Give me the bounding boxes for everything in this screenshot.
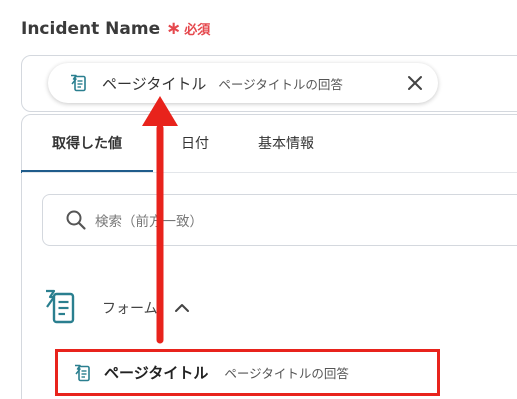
required-asterisk: ∗ <box>166 18 182 39</box>
tabs-divider <box>22 172 517 173</box>
form-document-icon <box>72 363 92 383</box>
result-subtitle: ページタイトルの回答 <box>224 366 349 381</box>
selected-value-chip[interactable]: ページタイトル ページタイトルの回答 <box>48 63 438 103</box>
chip-subtitle: ページタイトルの回答 <box>218 76 343 92</box>
form-document-icon <box>68 73 88 93</box>
group-form-toggle[interactable]: フォーム <box>42 285 190 330</box>
result-item-page-title[interactable]: ページタイトル ページタイトルの回答 <box>55 349 440 396</box>
tab-date[interactable]: 日付 <box>181 114 209 172</box>
form-document-icon <box>42 288 78 328</box>
search-placeholder: 検索（前方一致） <box>95 214 203 230</box>
tab-basic-info[interactable]: 基本情報 <box>258 114 314 172</box>
search-input[interactable]: 検索（前方一致） <box>42 194 517 246</box>
field-label-text: Incident Name <box>21 18 161 39</box>
field-label: Incident Name ∗ 必須 <box>21 18 210 39</box>
tab-bar: 取得した値 日付 基本情報 <box>21 114 517 173</box>
group-label: フォーム <box>102 300 158 317</box>
chip-title: ページタイトル <box>102 74 207 93</box>
required-text: 必須 <box>184 23 211 38</box>
search-icon <box>65 209 87 231</box>
result-title: ページタイトル <box>104 364 209 382</box>
tab-retrieved-values[interactable]: 取得した値 <box>21 114 153 172</box>
close-icon[interactable] <box>404 72 426 94</box>
chevron-up-icon <box>174 300 190 316</box>
